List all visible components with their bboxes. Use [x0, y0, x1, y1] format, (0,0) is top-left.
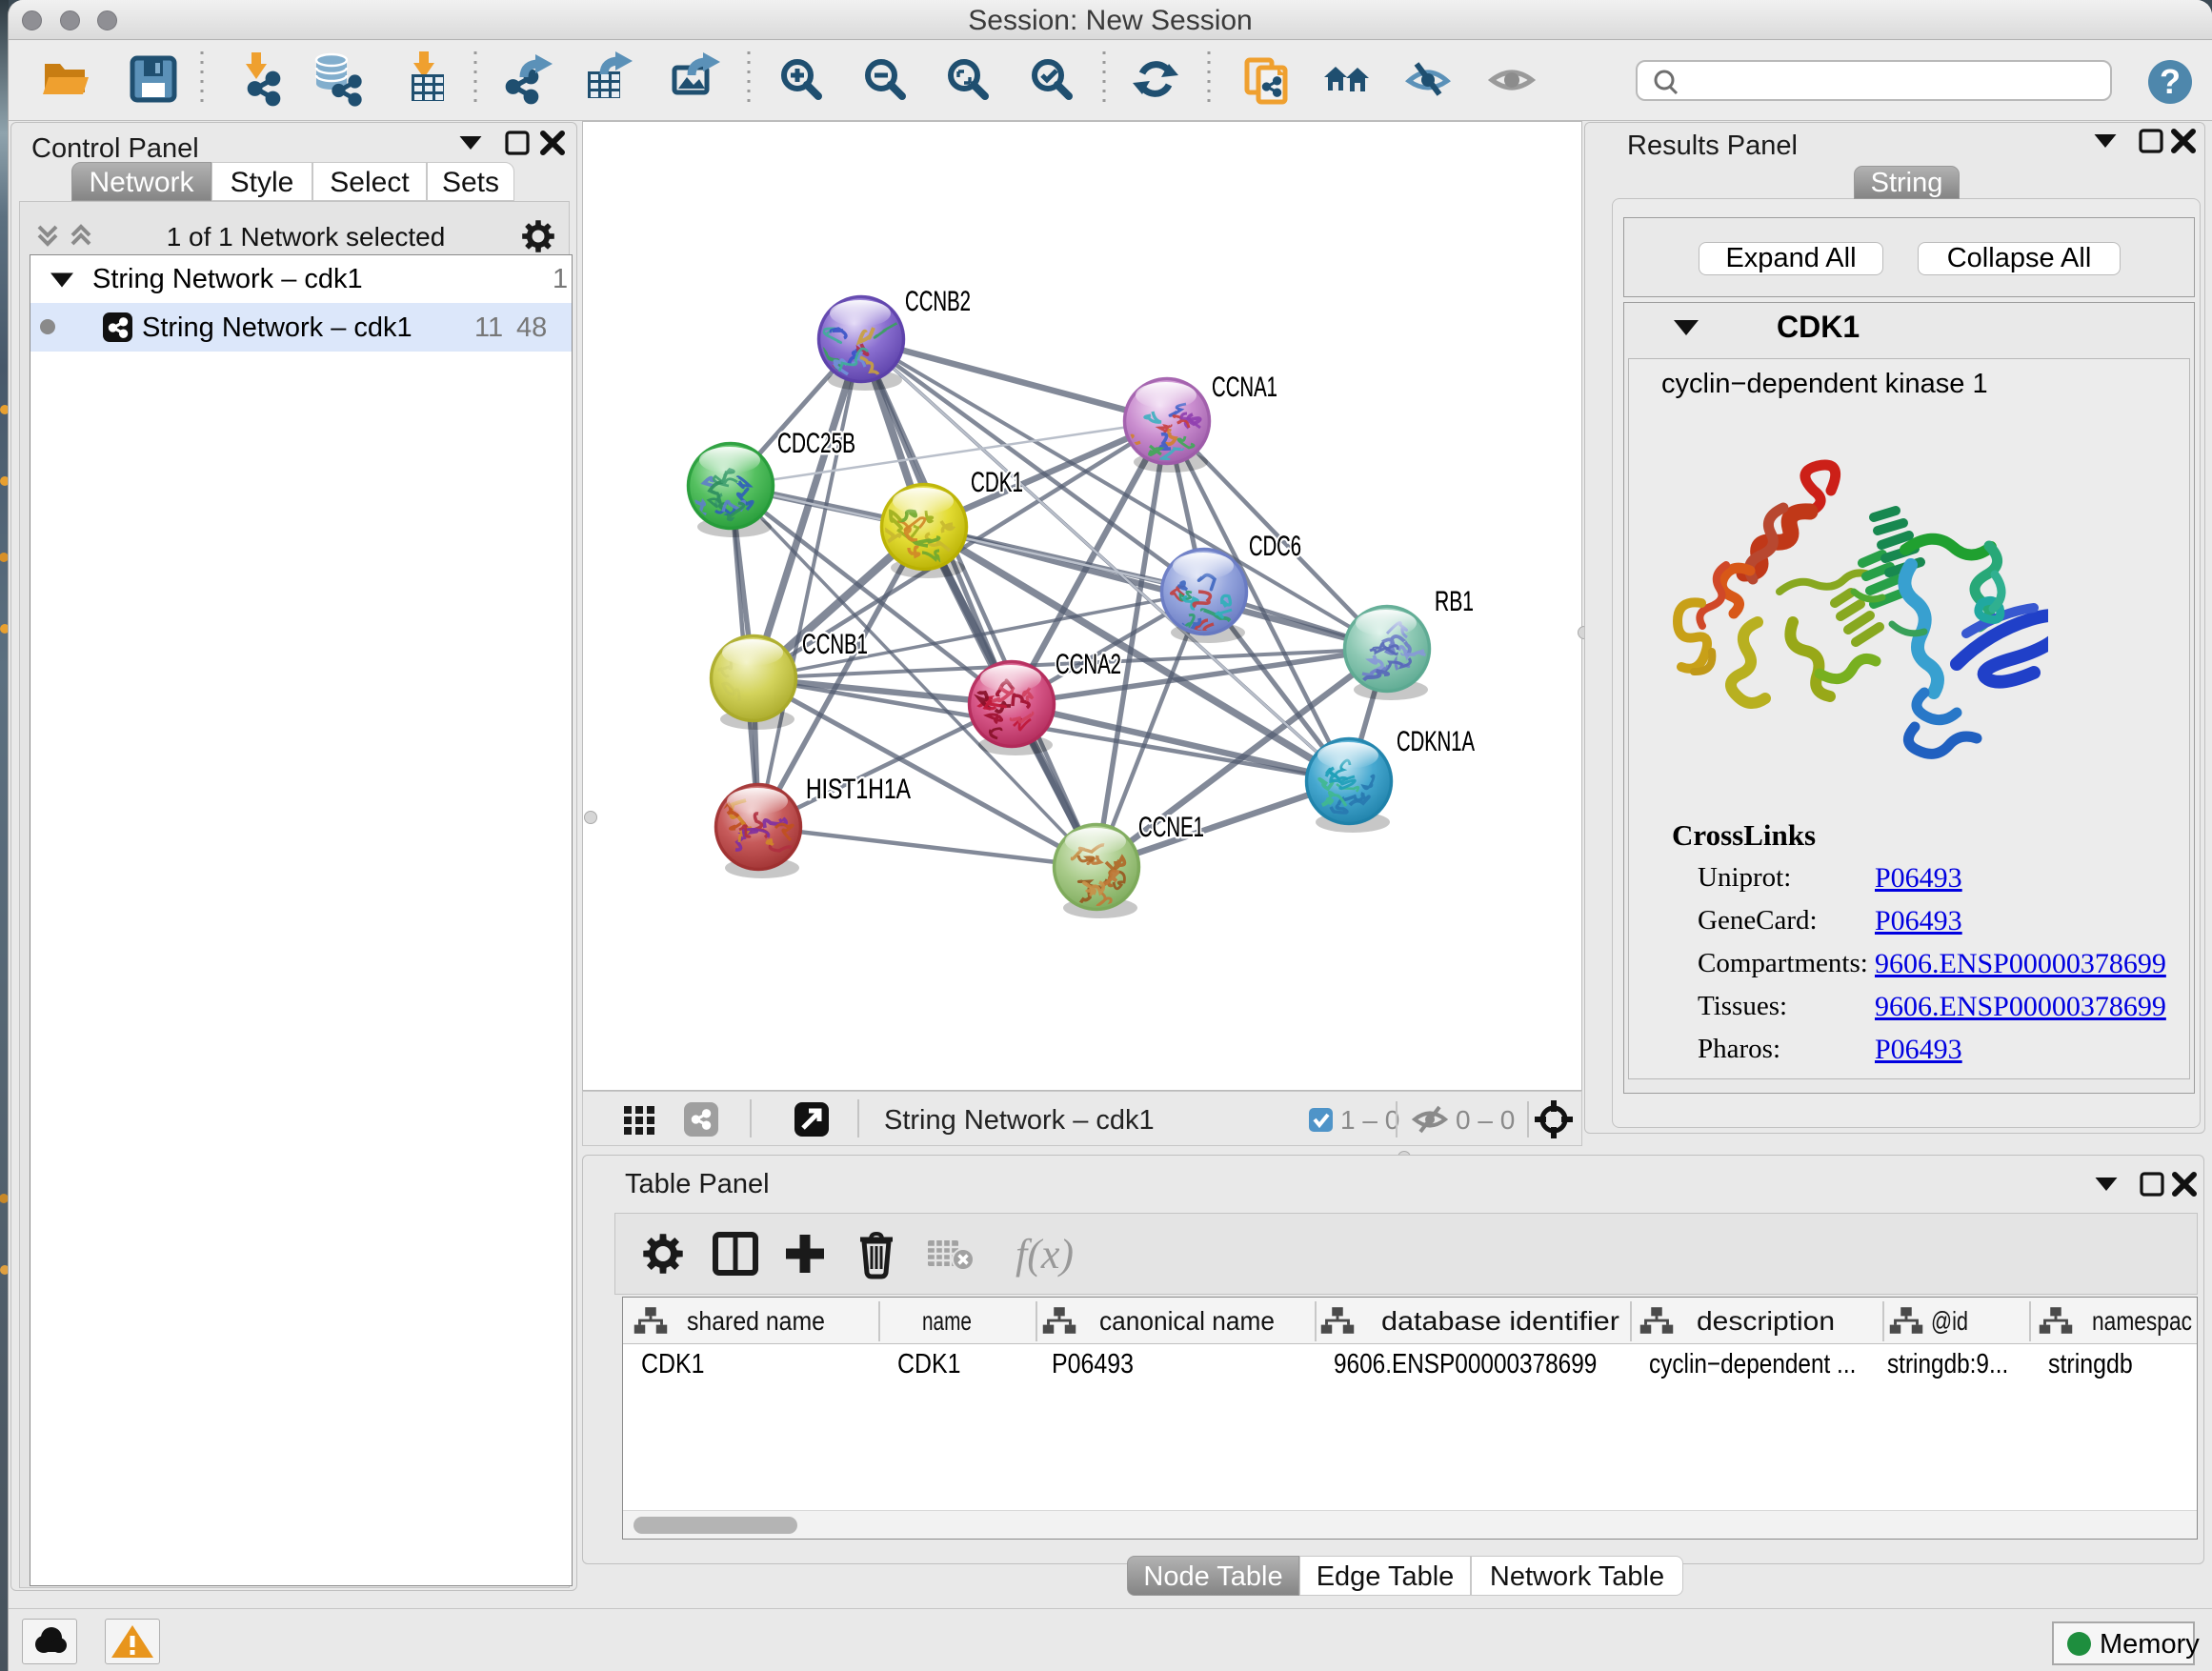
svg-text:CDKN1A: CDKN1A [1397, 726, 1475, 757]
svg-text:description: description [1697, 1306, 1835, 1336]
svg-text:?: ? [2160, 62, 2181, 101]
svg-text:database identifier: database identifier [1381, 1306, 1619, 1336]
svg-text:@id: @id [1931, 1306, 1968, 1336]
svg-text:shared name: shared name [687, 1306, 825, 1336]
svg-text:String Network – cdk1: String Network – cdk1 [884, 1105, 1155, 1136]
svg-text:1 of 1 Network selected: 1 of 1 Network selected [167, 222, 446, 252]
svg-text:CDC6: CDC6 [1249, 531, 1301, 562]
svg-text:canonical name: canonical name [1099, 1306, 1275, 1336]
svg-text:name: name [922, 1306, 972, 1336]
svg-text:CCNA1: CCNA1 [1212, 372, 1277, 403]
svg-text:CCNB1: CCNB1 [802, 629, 868, 660]
svg-text:f(x): f(x) [1016, 1231, 1074, 1278]
svg-text:HIST1H1A: HIST1H1A [806, 774, 911, 805]
svg-text:0 – 0: 0 – 0 [1456, 1105, 1515, 1135]
svg-text:RB1: RB1 [1435, 586, 1474, 617]
svg-text:CDK1: CDK1 [971, 467, 1023, 498]
svg-text:CDC25B: CDC25B [777, 428, 855, 459]
svg-text:CCNA2: CCNA2 [1056, 649, 1121, 680]
svg-text:CCNE1: CCNE1 [1138, 812, 1204, 843]
svg-text:CCNB2: CCNB2 [905, 286, 971, 317]
svg-text:namespac: namespac [2092, 1306, 2192, 1336]
svg-text:1 – 0: 1 – 0 [1340, 1105, 1399, 1135]
